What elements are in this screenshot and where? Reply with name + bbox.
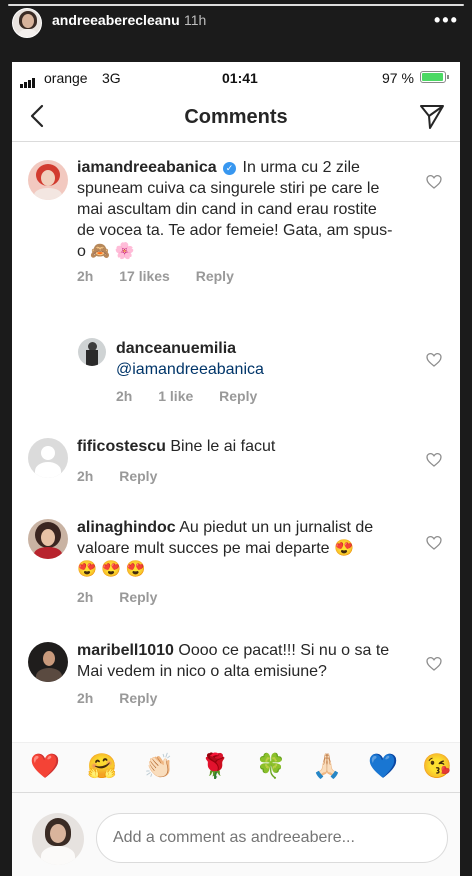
heart-icon[interactable] bbox=[426, 535, 442, 551]
comment-text: iamandreeabanica ✓ In urma cu 2 zile spu… bbox=[77, 157, 397, 262]
comment-username[interactable]: alinaghindoc bbox=[77, 519, 176, 536]
avatar[interactable] bbox=[28, 438, 68, 478]
story-avatar[interactable] bbox=[12, 8, 42, 38]
phone-screen: orange 3G 01:41 97 % Comments iamandreea… bbox=[12, 62, 460, 876]
emoji-clover-icon[interactable]: 🍀 bbox=[256, 753, 286, 781]
comment-emoji: 🙈 🌸 bbox=[90, 243, 135, 260]
emoji-kiss-icon[interactable]: 😘 bbox=[422, 753, 452, 781]
comment-meta: 2h 17 likes Reply bbox=[77, 268, 256, 284]
reply-button[interactable]: Reply bbox=[119, 468, 157, 484]
heart-icon[interactable] bbox=[426, 452, 442, 468]
reply-button[interactable]: Reply bbox=[119, 690, 157, 706]
comment-emoji: 😍 bbox=[334, 540, 354, 557]
status-time: 01:41 bbox=[222, 70, 258, 86]
emoji-reaction-bar: ❤️ 🤗 👏🏻 🌹 🍀 🙏🏻 💙 😘 bbox=[12, 742, 460, 792]
comment-text: alinaghindoc Au piedut un un jurnalist d… bbox=[77, 517, 407, 580]
comment-text: fificostescu Bine le ai facut bbox=[77, 436, 397, 457]
page-title: Comments bbox=[184, 106, 288, 128]
comments-header: Comments bbox=[12, 92, 460, 142]
emoji-blue-heart-icon[interactable]: 💙 bbox=[368, 753, 398, 781]
heart-icon[interactable] bbox=[426, 174, 442, 190]
comment-composer bbox=[12, 792, 460, 876]
heart-icon[interactable] bbox=[426, 352, 442, 368]
comment-mention[interactable]: @iamandreeabanica bbox=[116, 359, 396, 380]
reply-button[interactable]: Reply bbox=[119, 589, 157, 605]
carrier-name: orange bbox=[44, 70, 88, 86]
story-header: andreeaberecleanu 11h ••• bbox=[0, 0, 472, 40]
comment-username[interactable]: fificostescu bbox=[77, 438, 166, 455]
status-bar: orange 3G 01:41 97 % bbox=[12, 62, 460, 92]
verified-badge-icon: ✓ bbox=[223, 162, 237, 175]
direct-send-icon[interactable] bbox=[418, 102, 446, 130]
comment-username[interactable]: iamandreeabanica bbox=[77, 159, 217, 176]
story-time: 11h bbox=[184, 12, 207, 28]
comment-time: 2h bbox=[77, 690, 94, 706]
story-progress-bar bbox=[8, 4, 464, 6]
avatar[interactable] bbox=[28, 160, 68, 200]
battery-percent: 97 % bbox=[382, 70, 414, 86]
emoji-pray-icon[interactable]: 🙏🏻 bbox=[312, 753, 342, 781]
network-type: 3G bbox=[102, 70, 121, 86]
comment-meta: 2h Reply bbox=[77, 589, 179, 605]
comment-reply-item: danceanuemilia @iamandreeabanica 2h 1 li… bbox=[12, 322, 460, 412]
comment-item: alinaghindoc Au piedut un un jurnalist d… bbox=[12, 507, 460, 617]
comment-likes[interactable]: 17 likes bbox=[119, 268, 170, 284]
emoji-rose-icon[interactable]: 🌹 bbox=[200, 753, 230, 781]
comment-body: Bine le ai facut bbox=[170, 438, 276, 455]
comment-time: 2h bbox=[116, 388, 133, 404]
reply-button[interactable]: Reply bbox=[196, 268, 234, 284]
more-options-icon[interactable]: ••• bbox=[434, 10, 459, 31]
comment-text: maribell1010 Oooo ce pacat!!! Si nu o sa… bbox=[77, 640, 407, 682]
comment-meta: 2h Reply bbox=[77, 468, 179, 484]
comment-meta: 2h Reply bbox=[77, 690, 179, 706]
emoji-clap-icon[interactable]: 👏🏻 bbox=[144, 753, 174, 781]
comment-likes[interactable]: 1 like bbox=[158, 388, 193, 404]
comment-time: 2h bbox=[77, 589, 94, 605]
comment-time: 2h bbox=[77, 268, 94, 284]
emoji-hug-icon[interactable]: 🤗 bbox=[87, 753, 117, 781]
emoji-heart-icon[interactable]: ❤️ bbox=[30, 753, 60, 781]
comment-time: 2h bbox=[77, 468, 94, 484]
avatar[interactable] bbox=[28, 519, 68, 559]
avatar bbox=[32, 813, 84, 865]
signal-icon bbox=[20, 72, 36, 88]
battery-icon bbox=[420, 71, 446, 83]
comment-input[interactable] bbox=[96, 813, 448, 863]
avatar[interactable] bbox=[78, 338, 106, 366]
story-username[interactable]: andreeaberecleanu bbox=[52, 12, 180, 28]
comment-text: danceanuemilia @iamandreeabanica bbox=[116, 338, 396, 380]
heart-icon[interactable] bbox=[426, 656, 442, 672]
comment-item: fificostescu Bine le ai facut 2h Reply bbox=[12, 422, 460, 492]
comment-username[interactable]: maribell1010 bbox=[77, 642, 174, 659]
comment-meta: 2h 1 like Reply bbox=[116, 388, 279, 404]
avatar[interactable] bbox=[28, 642, 68, 682]
comment-item: iamandreeabanica ✓ In urma cu 2 zile spu… bbox=[12, 142, 460, 292]
reply-button[interactable]: Reply bbox=[219, 388, 257, 404]
comment-username[interactable]: danceanuemilia bbox=[116, 338, 396, 359]
comment-emoji: 😍 😍 😍 bbox=[77, 561, 146, 578]
comment-item: maribell1010 Oooo ce pacat!!! Si nu o sa… bbox=[12, 630, 460, 730]
